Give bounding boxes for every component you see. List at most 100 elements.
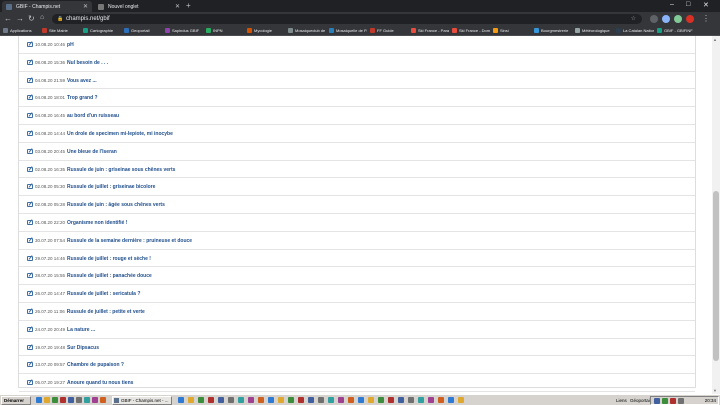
taskbar-app-icon[interactable]	[338, 397, 344, 403]
taskbar-app-icon[interactable]	[238, 397, 244, 403]
scroll-down-icon[interactable]: ▼	[713, 388, 717, 393]
taskbar-app-icon[interactable]	[208, 397, 214, 403]
quicklaunch-app-icon[interactable]	[76, 397, 82, 403]
start-button[interactable]: Démarrer	[1, 396, 31, 405]
extension-icon[interactable]	[674, 15, 682, 23]
bookmark-item[interactable]: Geoportail	[124, 28, 162, 33]
post-title-link[interactable]: Russule de juillet : sericatula ?	[67, 291, 140, 297]
post-row[interactable]: 02.08.20 16:35 Russule de juin : griseina…	[19, 161, 695, 179]
extension-icon[interactable]	[650, 15, 658, 23]
taskbar-app-icon[interactable]	[288, 397, 294, 403]
post-row[interactable]: 28.07.20 15:55 Russule de juillet : panac…	[19, 267, 695, 286]
bookmark-item[interactable]: FF Guide	[370, 28, 408, 33]
post-row[interactable]: 01.08.20 22:20 Organisme non identifié !	[19, 214, 695, 232]
post-title-link[interactable]: Une bleue de l'Iseran	[67, 149, 117, 155]
taskbar-app-icon[interactable]	[318, 397, 324, 403]
bookmark-item[interactable]: Mosaiqueclub de Papet - 1...	[288, 28, 326, 33]
taskbar-app-icon[interactable]	[218, 397, 224, 403]
taskbar-app-icon[interactable]	[188, 397, 194, 403]
taskbar-app-icon[interactable]	[398, 397, 404, 403]
post-title-link[interactable]: Trop grand ?	[67, 95, 98, 101]
bookmark-item[interactable]: GBIF - GBIFINF	[657, 28, 713, 33]
bookmark-item[interactable]: La Catalan Nationale GI	[616, 28, 654, 33]
quicklaunch-ie-icon[interactable]	[36, 397, 42, 403]
bookmark-item[interactable]: Mosaiquelle de Papet	[329, 28, 367, 33]
taskbar-app-icon[interactable]	[328, 397, 334, 403]
browser-tab[interactable]: Nouvel onglet ✕	[94, 1, 184, 12]
post-title-link[interactable]: pH	[67, 42, 74, 48]
bookmark-star-icon[interactable]: ☆	[631, 15, 636, 22]
taskbar-app-icon[interactable]	[378, 397, 384, 403]
taskbar-task-browser[interactable]: GBIF - Champis.net - ...	[112, 396, 172, 405]
bookmark-item[interactable]: Site Mairie	[42, 28, 80, 33]
reload-icon[interactable]: ↻	[28, 14, 35, 23]
taskbar-app-icon[interactable]	[448, 397, 454, 403]
quicklaunch-folder-icon[interactable]	[44, 397, 50, 403]
quicklaunch-app-icon[interactable]	[68, 397, 74, 403]
bookmark-item[interactable]: INPN	[206, 28, 244, 33]
scroll-up-icon[interactable]: ▲	[713, 37, 717, 42]
post-row[interactable]: 04.08.20 16:45 au bord d'un ruisseau	[19, 107, 695, 125]
post-row[interactable]: 10.08.20 10:46 pH	[19, 36, 695, 54]
bookmark-item[interactable]: Sinsi	[493, 28, 531, 33]
taskbar-app-icon[interactable]	[348, 397, 354, 403]
tray-network-icon[interactable]	[654, 398, 660, 404]
taskbar-app-icon[interactable]	[418, 397, 424, 403]
post-title-link[interactable]: Anoure quand tu nous tiens	[67, 380, 133, 386]
close-tab-icon[interactable]: ✕	[175, 3, 180, 10]
post-row[interactable]: 04.08.20 18:01 Trop grand ?	[19, 89, 695, 108]
post-row[interactable]: 26.07.20 14:47 Russule de juillet : seric…	[19, 285, 695, 303]
post-row[interactable]: 13.07.20 09:57 Chambre de pupaison ?	[19, 356, 695, 375]
post-row[interactable]: 08.08.20 15:36 Nul besoin de . . .	[19, 54, 695, 72]
quicklaunch-app-icon[interactable]	[60, 397, 66, 403]
home-icon[interactable]: ⌂	[40, 14, 44, 21]
post-title-link[interactable]: Chambre de pupaison ?	[67, 362, 124, 368]
taskbar-app-icon[interactable]	[178, 397, 184, 403]
post-title-link[interactable]: Russule de la semaine dernière : pruineu…	[67, 238, 192, 244]
taskbar-app-icon[interactable]	[228, 397, 234, 403]
profile-avatar-icon[interactable]	[686, 15, 694, 23]
taskbar-app-icon[interactable]	[268, 397, 274, 403]
post-title-link[interactable]: Russule de juin : âgée sous chênes verts	[67, 202, 165, 208]
taskbar-app-icon[interactable]	[428, 397, 434, 403]
post-title-link[interactable]: Russule de juillet : petite et verte	[67, 309, 145, 315]
post-row[interactable]: 04.08.20 21:59 Vous avez ...	[19, 72, 695, 90]
maximize-icon[interactable]: □	[686, 1, 690, 8]
post-title-link[interactable]: Vous avez ...	[67, 78, 97, 84]
new-tab-button[interactable]: +	[186, 1, 191, 10]
post-row[interactable]: 30.07.20 07:54 Russule de la semaine dern…	[19, 232, 695, 250]
scrollbar-thumb[interactable]	[713, 191, 719, 361]
post-row[interactable]: 02.08.20 05:30 Russule de juillet : grise…	[19, 178, 695, 197]
bookmark-item[interactable]: Applications	[3, 28, 39, 33]
bookmark-item[interactable]: Cartographie	[83, 28, 121, 33]
post-title-link[interactable]: Nul besoin de . . .	[67, 60, 108, 66]
quicklaunch-app-icon[interactable]	[100, 397, 106, 403]
bookmark-item[interactable]: Météorologique	[575, 28, 613, 33]
bookmark-item[interactable]: Ski France - Domaine	[452, 28, 490, 33]
post-row[interactable]: 04.08.20 14:44 Un drole de specimen mi-le…	[19, 125, 695, 143]
extension-icon[interactable]	[662, 15, 670, 23]
post-title-link[interactable]: Organisme non identifié !	[67, 220, 127, 226]
post-title-link[interactable]: Russule de juillet : panachée douce	[67, 273, 152, 279]
back-arrow-icon[interactable]: ←	[4, 14, 12, 23]
quicklaunch-app-icon[interactable]	[84, 397, 90, 403]
post-row[interactable]: 02.08.20 05:28 Russule de juin : âgée sou…	[19, 196, 695, 214]
post-row[interactable]: 29.07.20 14:46 Russule de juillet : rouge…	[19, 250, 695, 268]
post-row[interactable]: 26.07.20 11:06 Russule de juillet : petit…	[19, 303, 695, 321]
post-title-link[interactable]: Sur Dipsacus	[67, 345, 99, 351]
tray-geoportail-label[interactable]: Géoportail	[630, 398, 651, 403]
quicklaunch-app-icon[interactable]	[92, 397, 98, 403]
post-title-link[interactable]: Russule de juin : griseinae sous chênes …	[67, 167, 175, 173]
close-window-icon[interactable]: ✕	[703, 1, 709, 9]
bookmark-item[interactable]: Ski France - Paragne	[411, 28, 449, 33]
bookmark-item[interactable]: Bourgmestrerie	[534, 28, 572, 33]
tray-app-icon[interactable]	[678, 398, 684, 404]
close-tab-icon[interactable]: ✕	[83, 3, 88, 10]
post-title-link[interactable]: Russule de juillet : rouge et sèche !	[67, 256, 151, 262]
taskbar-app-icon[interactable]	[308, 397, 314, 403]
taskbar-app-icon[interactable]	[368, 397, 374, 403]
taskbar-app-icon[interactable]	[438, 397, 444, 403]
taskbar-app-icon[interactable]	[298, 397, 304, 403]
tray-volume-icon[interactable]	[662, 398, 668, 404]
post-title-link[interactable]: Russule de juillet : griseinae bicolore	[67, 184, 155, 190]
